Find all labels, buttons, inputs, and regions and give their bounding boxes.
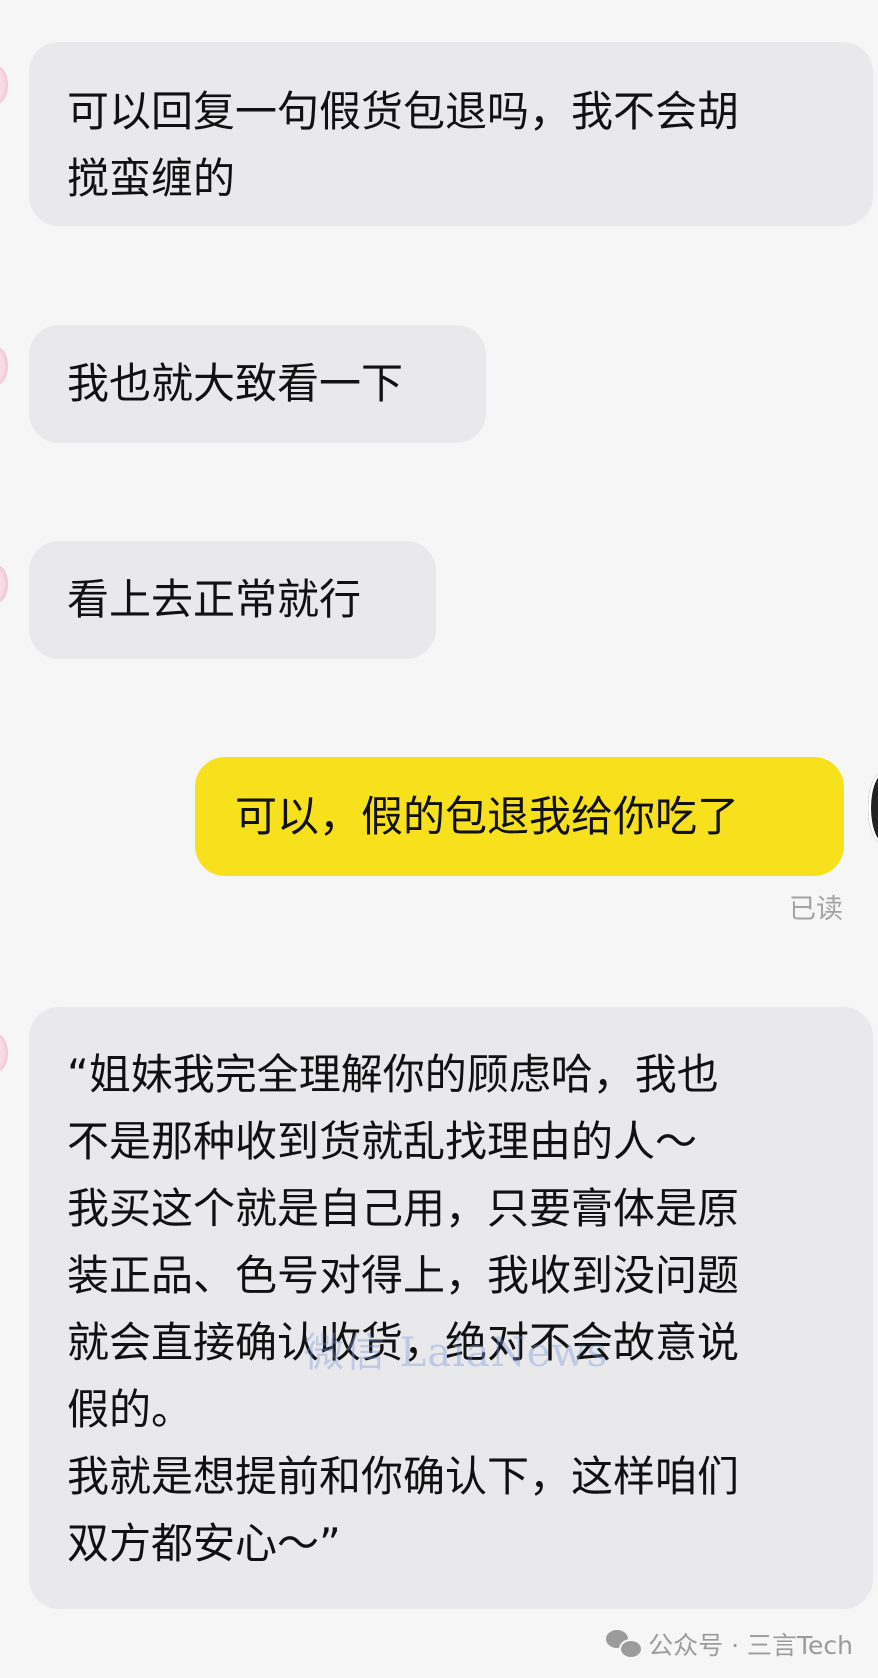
message-text: 装正品、色号对得上，我收到没问题 xyxy=(67,1251,740,1300)
message-text: 假的。 xyxy=(67,1385,194,1434)
message-text: 不是那种收到货就乱找理由的人～ xyxy=(67,1117,698,1166)
message-text: 我买这个就是自己用，只要膏体是原 xyxy=(67,1184,740,1233)
message-text: 看上去正常就行 xyxy=(67,575,362,624)
message-bubble[interactable]: 看上去正常就行 xyxy=(29,541,436,659)
source-credit: 公众号 · 三言Tech xyxy=(606,1624,853,1664)
message-text: 双方都安心～” xyxy=(67,1519,341,1568)
message-bubble[interactable]: 我也就大致看一下 xyxy=(29,325,486,443)
message-text: 我也就大致看一下 xyxy=(67,359,404,408)
message-text: 可以回复一句假货包退吗，我不会胡 xyxy=(67,87,740,136)
avatar[interactable] xyxy=(0,347,8,385)
avatar[interactable] xyxy=(0,565,8,603)
message-bubble[interactable]: “姐妹我完全理解你的顾虑哈，我也 不是那种收到货就乱找理由的人～ 我买这个就是自… xyxy=(29,1007,873,1609)
avatar[interactable] xyxy=(0,66,8,104)
message-text: 可以，假的包退我给你吃了 xyxy=(235,792,740,841)
message-bubble[interactable]: 可以回复一句假货包退吗，我不会胡 搅蛮缠的 xyxy=(29,42,873,226)
message-text: “姐妹我完全理解你的顾虑哈，我也 xyxy=(67,1050,719,1099)
watermark: 微信 LaiaNews xyxy=(304,1330,609,1376)
message-text: 搅蛮缠的 xyxy=(67,154,236,203)
wechat-icon xyxy=(606,1630,644,1659)
read-status: 已读 xyxy=(789,894,843,925)
avatar[interactable] xyxy=(0,1034,8,1072)
message-text: 我就是想提前和你确认下，这样咱们 xyxy=(67,1452,740,1501)
avatar[interactable] xyxy=(868,772,878,844)
source-label: 公众号 · 三言Tech xyxy=(648,1631,853,1660)
message-bubble[interactable]: 可以，假的包退我给你吃了 xyxy=(195,757,844,876)
